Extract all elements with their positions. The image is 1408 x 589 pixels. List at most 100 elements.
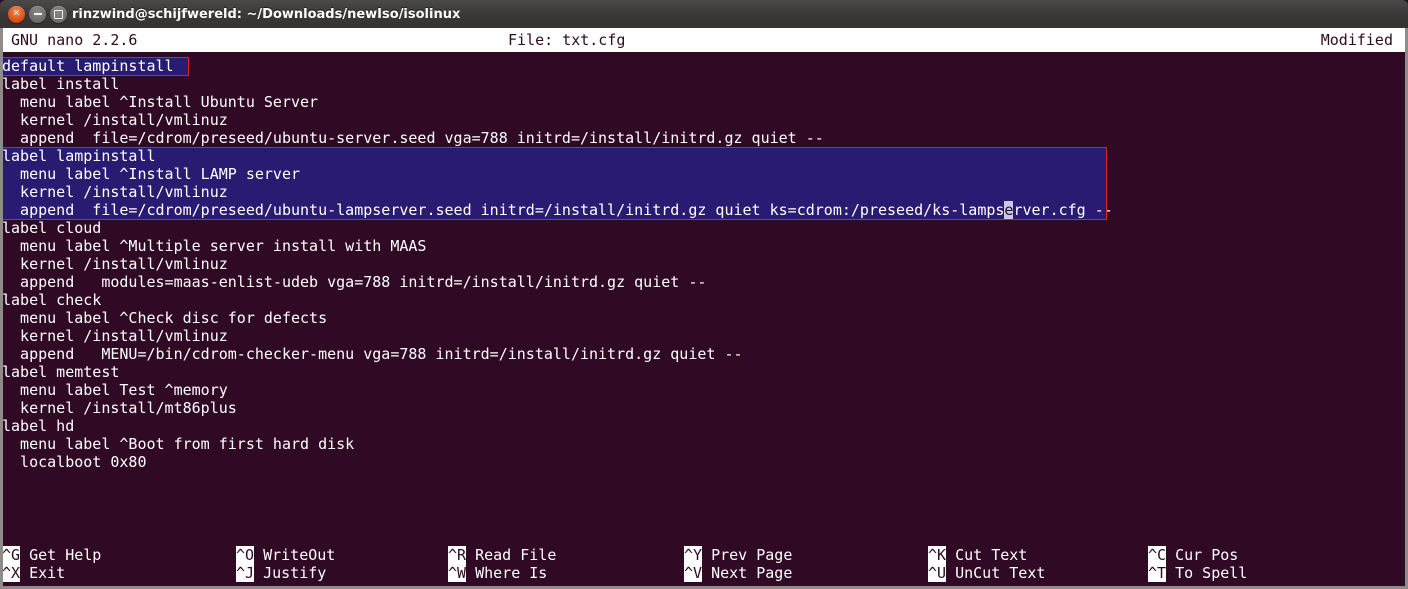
- line-text: rver.cfg --: [1013, 201, 1113, 219]
- editor-line[interactable]: menu label ^Check disc for defects: [2, 309, 328, 327]
- shortcut-label: Prev Page: [702, 546, 793, 564]
- maximize-button[interactable]: [50, 5, 67, 23]
- shortcut-cut-text[interactable]: ^K Cut Text: [928, 546, 1027, 564]
- shortcut-to-spell[interactable]: ^T To Spell: [1148, 564, 1247, 582]
- shortcut-key: ^X: [2, 564, 21, 582]
- line-text: kernel /install/vmlinuz: [2, 111, 228, 129]
- terminal-window: × rinzwind@schijfwereld: ~/Downloads/new…: [0, 0, 1408, 589]
- shortcut-exit[interactable]: ^X Exit: [2, 564, 66, 582]
- editor-line[interactable]: label memtest: [2, 363, 120, 381]
- editor-line[interactable]: menu label ^Multiple server install with…: [2, 237, 427, 255]
- line-text: label install: [2, 75, 120, 93]
- editor-line[interactable]: label lampinstall: [2, 147, 156, 165]
- shortcut-uncut-text[interactable]: ^U UnCut Text: [928, 564, 1045, 582]
- shortcut-next-page[interactable]: ^V Next Page: [684, 564, 792, 582]
- shortcut-key: ^V: [684, 564, 703, 582]
- editor-line[interactable]: append modules=maas-enlist-udeb vga=788 …: [2, 273, 707, 291]
- shortcut-justify[interactable]: ^J Justify: [236, 564, 326, 582]
- close-icon: ×: [12, 7, 21, 19]
- shortcut-label: WriteOut: [254, 546, 336, 564]
- shortcut-label: Get Help: [20, 546, 102, 564]
- nano-filename: File: txt.cfg: [508, 31, 626, 49]
- line-text: kernel /install/mt86plus: [2, 399, 237, 417]
- shortcut-label: Cut Text: [946, 546, 1028, 564]
- line-text: menu label ^Install Ubuntu Server: [2, 93, 319, 111]
- line-text: kernel /install/vmlinuz: [2, 255, 228, 273]
- line-text: label check: [2, 291, 102, 309]
- shortcut-label: To Spell: [1166, 564, 1248, 582]
- shortcut-key: ^W: [448, 564, 467, 582]
- editor-line[interactable]: append file=/cdrom/preseed/ubuntu-lampse…: [2, 201, 1113, 219]
- shortcut-label: UnCut Text: [946, 564, 1046, 582]
- line-text: menu label ^Install LAMP server: [2, 165, 301, 183]
- shortcut-key: ^G: [2, 546, 21, 564]
- shortcut-label: Justify: [254, 564, 327, 582]
- editor-text-area[interactable]: default lampinstall label install menu la…: [2, 52, 1405, 537]
- maximize-icon: [54, 9, 63, 19]
- nano-version: GNU nano 2.2.6: [11, 31, 138, 49]
- shortcut-prev-page[interactable]: ^Y Prev Page: [684, 546, 792, 564]
- editor-line[interactable]: menu label ^Install Ubuntu Server: [2, 93, 319, 111]
- shortcut-key: ^J: [236, 564, 255, 582]
- editor-line[interactable]: append MENU=/bin/cdrom-checker-menu vga=…: [2, 345, 743, 363]
- shortcut-cur-pos[interactable]: ^C Cur Pos: [1148, 546, 1238, 564]
- line-text: localboot 0x80: [2, 453, 147, 471]
- nano-modified-status: Modified: [1320, 31, 1393, 49]
- shortcut-writeout[interactable]: ^O WriteOut: [236, 546, 335, 564]
- editor-line[interactable]: kernel /install/vmlinuz: [2, 111, 228, 129]
- line-text: kernel /install/vmlinuz: [2, 327, 228, 345]
- line-text: menu label ^Multiple server install with…: [2, 237, 427, 255]
- editor-line[interactable]: kernel /install/vmlinuz: [2, 327, 228, 345]
- editor-line[interactable]: menu label ^Install LAMP server: [2, 165, 301, 183]
- shortcut-label: Exit: [20, 564, 66, 582]
- shortcut-key: ^R: [448, 546, 467, 564]
- shortcut-label: Where Is: [466, 564, 548, 582]
- editor-line[interactable]: localboot 0x80: [2, 453, 147, 471]
- line-text: label hd: [2, 417, 75, 435]
- shortcut-row-2: ^X Exit ^J Justify ^W Where Is ^V Next Page…: [2, 564, 1405, 582]
- editor-line[interactable]: kernel /install/vmlinuz: [2, 255, 228, 273]
- line-text: label cloud: [2, 219, 102, 237]
- line-text: append modules=maas-enlist-udeb vga=788 …: [2, 273, 707, 291]
- editor-line[interactable]: default lampinstall: [2, 57, 174, 75]
- minimize-button[interactable]: [29, 5, 46, 23]
- shortcut-key: ^C: [1148, 546, 1167, 564]
- close-button[interactable]: ×: [8, 5, 25, 23]
- line-text: kernel /install/vmlinuz: [2, 183, 228, 201]
- line-text: menu label ^Check disc for defects: [2, 309, 328, 327]
- line-text: label memtest: [2, 363, 120, 381]
- shortcut-key: ^K: [928, 546, 947, 564]
- line-text: append file=/cdrom/preseed/ubuntu-server…: [2, 129, 824, 147]
- shortcut-key: ^Y: [684, 546, 703, 564]
- shortcut-where-is[interactable]: ^W Where Is: [448, 564, 547, 582]
- shortcut-read-file[interactable]: ^R Read File: [448, 546, 556, 564]
- editor-line[interactable]: label cloud: [2, 219, 102, 237]
- line-text: default lampinstall: [2, 57, 174, 75]
- line-text: menu label ^Boot from first hard disk: [2, 435, 355, 453]
- minimize-icon: [33, 13, 42, 15]
- line-text: append file=/cdrom/preseed/ubuntu-lampse…: [2, 201, 1005, 219]
- shortcut-label: Cur Pos: [1166, 546, 1239, 564]
- line-text: label lampinstall: [2, 147, 156, 165]
- editor-line[interactable]: label install: [2, 75, 120, 93]
- nano-editor: GNU nano 2.2.6 File: txt.cfg Modified de…: [2, 28, 1405, 586]
- terminal-viewport: GNU nano 2.2.6 File: txt.cfg Modified de…: [0, 28, 1408, 589]
- editor-line[interactable]: label check: [2, 291, 102, 309]
- editor-line[interactable]: label hd: [2, 417, 75, 435]
- shortcut-get-help[interactable]: ^G Get Help: [2, 546, 102, 564]
- editor-line[interactable]: append file=/cdrom/preseed/ubuntu-server…: [2, 129, 824, 147]
- nano-header-bar: GNU nano 2.2.6 File: txt.cfg Modified: [3, 28, 1405, 52]
- shortcut-key: ^T: [1148, 564, 1167, 582]
- editor-line[interactable]: kernel /install/mt86plus: [2, 399, 237, 417]
- editor-line[interactable]: menu label ^Boot from first hard disk: [2, 435, 355, 453]
- shortcut-key: ^O: [236, 546, 255, 564]
- editor-line[interactable]: menu label Test ^memory: [2, 381, 228, 399]
- line-text: append MENU=/bin/cdrom-checker-menu vga=…: [2, 345, 743, 363]
- window-titlebar[interactable]: × rinzwind@schijfwereld: ~/Downloads/new…: [0, 0, 1408, 28]
- window-controls: ×: [8, 5, 67, 23]
- editor-line[interactable]: kernel /install/vmlinuz: [2, 183, 228, 201]
- shortcut-key: ^U: [928, 564, 947, 582]
- nano-shortcut-bar: ^G Get Help ^O WriteOut ^R Read File ^Y Pre…: [2, 546, 1405, 586]
- shortcut-label: Next Page: [702, 564, 793, 582]
- line-text: menu label Test ^memory: [2, 381, 228, 399]
